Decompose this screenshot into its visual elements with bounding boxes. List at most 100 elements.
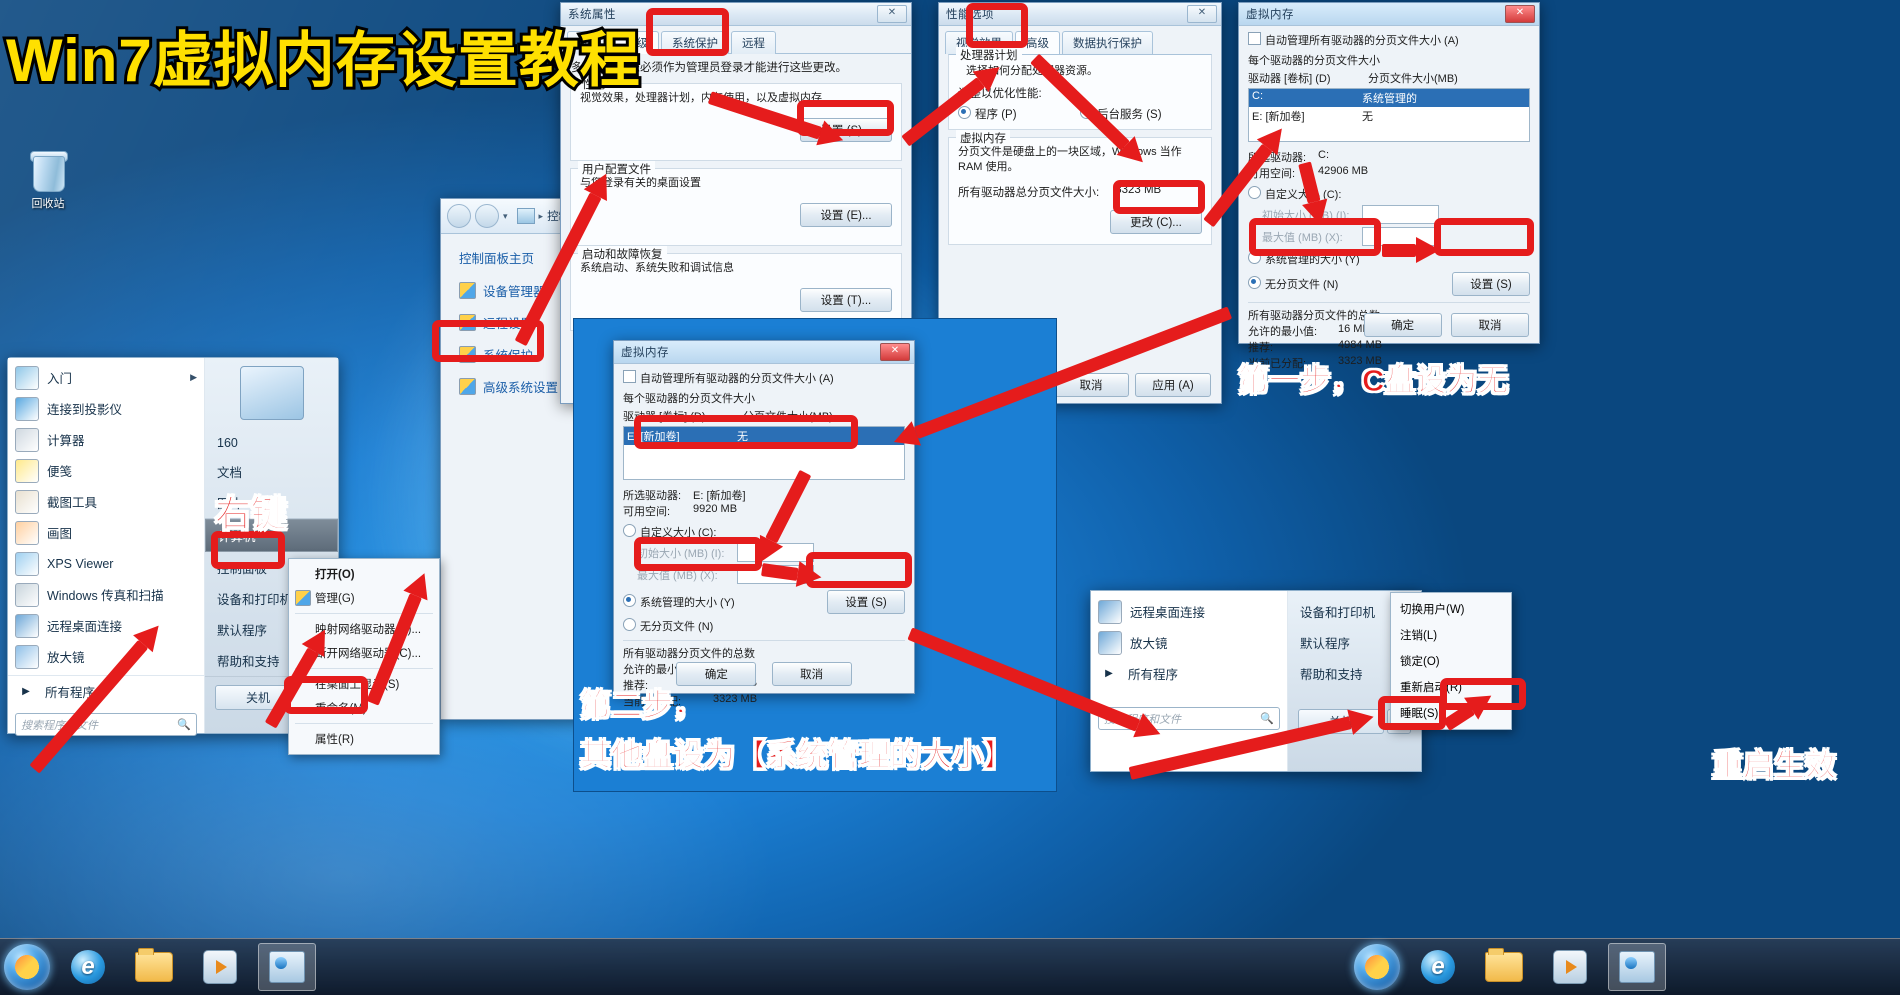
- calculator-icon: [15, 427, 39, 452]
- annotation-step1: 第一步，C盘设为无: [1237, 363, 1509, 399]
- search-input[interactable]: 搜索程序和文件 🔍: [15, 713, 197, 736]
- cp-link-label: 高级系统设置: [483, 381, 559, 395]
- start-menu-item-0[interactable]: 入门 ▶: [8, 362, 204, 393]
- context-menu-label: 管理(G): [315, 593, 355, 605]
- start-menu-2-item-1[interactable]: 放大镜: [1091, 627, 1287, 658]
- taskbar2-ie[interactable]: [1410, 944, 1466, 990]
- section-settings-button[interactable]: 设置 (T)...: [800, 287, 892, 312]
- vm-right-cancel-button[interactable]: 取消: [1451, 313, 1529, 337]
- close-icon[interactable]: ✕: [880, 343, 910, 361]
- vm-center-set-button[interactable]: 设置 (S): [827, 590, 905, 614]
- start-menu-item-label: 入门: [47, 372, 73, 386]
- vm-center-cur-value: 3323 MB: [713, 693, 758, 705]
- virtual-memory-window-center[interactable]: 虚拟内存 ✕ 自动管理所有驱动器的分页文件大小 (A) 每个驱动器的分页文件大小…: [613, 340, 915, 708]
- start-button[interactable]: [4, 944, 50, 990]
- context-menu-item-6[interactable]: 属性(R): [289, 727, 439, 751]
- annotation-step2-line1: 第二步，: [580, 688, 705, 724]
- start-menu-item-7[interactable]: Windows 传真和扫描: [8, 579, 204, 610]
- vm-right-radio-custom[interactable]: 自定义大小 (C):: [1248, 186, 1530, 202]
- perfopts-footer-button-2[interactable]: 应用 (A): [1135, 373, 1211, 397]
- start-menu-item-label: 画图: [47, 527, 73, 541]
- taskbar-system-window[interactable]: [258, 943, 316, 991]
- vm-right-radio-no-paging[interactable]: 无分页文件 (N): [1248, 276, 1452, 292]
- vm-right-drive-row[interactable]: E: [新加卷] 无: [1249, 107, 1529, 125]
- shutdown-submenu-item-0[interactable]: 切换用户(W): [1391, 596, 1511, 622]
- start-menu-item-label: 截图工具: [47, 496, 98, 510]
- fax-scan-icon: [15, 582, 39, 607]
- taskbar2-system-window[interactable]: [1608, 943, 1666, 991]
- tab-数据执行保护[interactable]: 数据执行保护: [1062, 31, 1153, 54]
- vm-section-desc: 分页文件是硬盘上的一块区域，Windows 当作 RAM 使用。: [958, 146, 1182, 173]
- vm-right-auto-manage[interactable]: 自动管理所有驱动器的分页文件大小 (A): [1248, 32, 1530, 48]
- shield-icon: [295, 590, 311, 606]
- tab-远程[interactable]: 远程: [731, 31, 776, 54]
- shutdown-submenu-item-2[interactable]: 锁定(O): [1391, 648, 1511, 674]
- taskbar-explorer[interactable]: [126, 944, 182, 990]
- history-dropdown-icon[interactable]: ▾: [503, 211, 508, 222]
- taskbar[interactable]: [0, 938, 1350, 995]
- vm-center-each-drive-label: 每个驱动器的分页文件大小: [623, 393, 755, 405]
- page-title-text: Win7虚拟内存设置教程: [3, 24, 643, 97]
- shutdown-submenu-item-1[interactable]: 注销(L): [1391, 622, 1511, 648]
- search-icon: 🔍: [177, 719, 191, 731]
- menu-separator: [295, 723, 433, 724]
- taskbar2-explorer[interactable]: [1476, 944, 1532, 990]
- section-settings-button[interactable]: 设置 (E)...: [800, 202, 892, 227]
- taskbar-ie[interactable]: [60, 944, 116, 990]
- folder-icon: [1485, 948, 1523, 982]
- close-icon[interactable]: ✕: [1187, 5, 1217, 23]
- virtual-memory-window-right[interactable]: 虚拟内存 ✕ 自动管理所有驱动器的分页文件大小 (A) 每个驱动器的分页文件大小…: [1238, 2, 1540, 370]
- vm-right-rec-value: 4984 MB: [1338, 339, 1383, 351]
- start-menu-right-item-0[interactable]: 160: [205, 430, 338, 456]
- remote-desktop-icon: [15, 613, 39, 638]
- vm-center-radio-system-managed[interactable]: 系统管理的大小 (Y): [623, 594, 827, 610]
- vm-right-drive-row[interactable]: C: 系统管理的: [1249, 89, 1529, 107]
- section-legend: 启动和故障恢复: [578, 246, 667, 263]
- recycle-bin-label: 回收站: [31, 198, 65, 210]
- start-menu-item-label: 便笺: [47, 465, 73, 479]
- recycle-bin-icon: [29, 150, 68, 192]
- vm-right-drive-list[interactable]: C: 系统管理的 E: [新加卷] 无: [1248, 88, 1530, 142]
- highlight-change-button: [1113, 180, 1205, 214]
- vm-right-col-drive: 驱动器 [卷标] (D): [1248, 73, 1331, 85]
- recycle-bin[interactable]: 回收站: [12, 150, 84, 211]
- vm-right-set-button[interactable]: 设置 (S): [1452, 272, 1530, 296]
- start-menu-item-label: Windows 传真和扫描: [47, 589, 164, 603]
- avatar: [239, 366, 304, 420]
- start-menu-item-2[interactable]: 计算器: [8, 424, 204, 455]
- start-menu-2-item-0[interactable]: 远程桌面连接: [1091, 596, 1287, 627]
- start-menu-2-item-2[interactable]: ▶ 所有程序: [1091, 658, 1287, 689]
- start-menu-item-6[interactable]: XPS Viewer: [8, 548, 204, 579]
- vm-center-free-value: 9920 MB: [693, 503, 738, 515]
- start-menu-item-5[interactable]: 画图: [8, 517, 204, 548]
- checkbox-icon: [1248, 32, 1261, 45]
- start-menu-item-3[interactable]: 便笺: [8, 455, 204, 486]
- taskbar2-media-player[interactable]: [1542, 944, 1598, 990]
- start-menu-item-8[interactable]: 远程桌面连接: [8, 610, 204, 641]
- vm-center-titlebar: 虚拟内存 ✕: [614, 341, 914, 364]
- radio-programs[interactable]: 程序 (P): [958, 106, 1080, 122]
- start-menu-item-4[interactable]: 截图工具: [8, 486, 204, 517]
- start-button-secondary[interactable]: [1354, 944, 1400, 990]
- taskbar-secondary[interactable]: [1350, 938, 1900, 995]
- vm-right-each-drive-label: 每个驱动器的分页文件大小: [1248, 55, 1380, 67]
- projector-icon: [15, 396, 39, 421]
- highlight-advanced-tab-perfopts: [966, 3, 1028, 48]
- vm-center-radio-no-paging[interactable]: 无分页文件 (N): [623, 618, 905, 634]
- back-button[interactable]: [447, 204, 471, 228]
- taskbar-media-player[interactable]: [192, 944, 248, 990]
- app-icon: [1098, 599, 1122, 624]
- page-title: Win7虚拟内存设置教程: [3, 12, 643, 99]
- checkbox-icon: [623, 370, 636, 383]
- close-icon[interactable]: ✕: [877, 5, 907, 23]
- vm-center-cancel-button[interactable]: 取消: [771, 662, 852, 686]
- sticky-notes-icon: [15, 458, 39, 483]
- vm-center-auto-manage[interactable]: 自动管理所有驱动器的分页文件大小 (A): [623, 370, 905, 386]
- forward-button[interactable]: [475, 204, 499, 228]
- vm-right-ok-button[interactable]: 确定: [1363, 313, 1442, 337]
- close-icon[interactable]: ✕: [1505, 5, 1535, 23]
- start-menu-right-item-1[interactable]: 文档: [205, 456, 338, 487]
- start-menu-item-label: XPS Viewer: [47, 556, 114, 571]
- start-menu-item-1[interactable]: 连接到投影仪: [8, 393, 204, 424]
- drive-size: 无: [1362, 111, 1373, 123]
